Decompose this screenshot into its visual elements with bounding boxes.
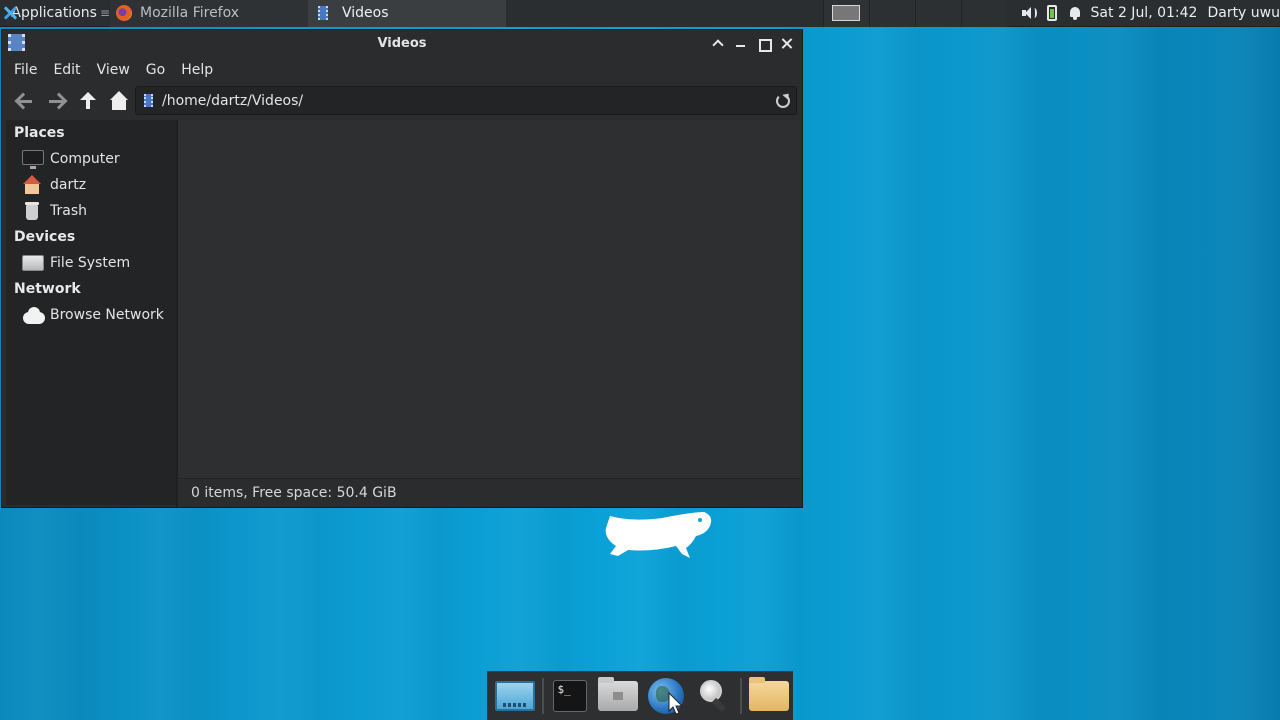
sidebar-item-label: dartz [50,177,87,193]
dock-app-finder[interactable] [690,673,738,719]
dock-separator [740,678,743,714]
workspace-window-thumbnail [832,5,861,21]
dock-separator [541,678,544,714]
window-content: Places Computer dartz Trash Devices File… [2,120,802,507]
desktop-icon [494,681,535,711]
dock-panel: $_ [487,671,793,720]
menu-separator-icon: ≡ [99,6,110,20]
sidebar-item-label: File System [50,255,131,271]
system-tray [1007,0,1083,27]
sidebar-heading-network: Network [14,281,81,297]
applications-menu-button[interactable]: Applications ≡ [0,0,110,27]
taskbar-item-firefox[interactable]: Mozilla Firefox [110,0,308,27]
dock-show-desktop[interactable] [491,673,539,719]
network-cloud-icon [22,305,45,325]
folder-videos-icon [318,6,328,20]
toolbar: /home/dartz/Videos/ [2,82,802,120]
dock-terminal[interactable]: $_ [547,673,595,719]
clock[interactable]: Sat 2 Jul, 01:42 [1091,5,1198,21]
sidebar-item-label: Browse Network [50,307,164,323]
sidebar-item-home[interactable]: dartz [6,172,176,198]
window-controls [708,34,796,53]
taskbar-item-label: Videos [342,5,389,21]
hard-drive-icon [22,255,44,271]
mouse-cursor-icon [668,692,684,715]
sidebar-item-file-system[interactable]: File System [6,250,176,276]
sidebar-item-label: Trash [50,203,87,219]
shade-window-icon[interactable] [708,34,727,53]
minimize-window-icon[interactable] [731,34,750,53]
battery-icon[interactable] [1046,5,1057,21]
sidebar-item-computer[interactable]: Computer [6,146,176,172]
panel-spacer [506,0,823,27]
menu-bar: File Edit View Go Help [2,57,802,82]
folder-videos-icon [144,94,153,107]
folder-icon [749,677,790,711]
reload-icon[interactable] [776,93,790,108]
user-menu[interactable]: Darty uwu [1207,5,1280,21]
sidebar-item-trash[interactable]: Trash [6,198,176,224]
search-icon [696,678,732,714]
sidebar-heading-devices: Devices [14,229,76,245]
notification-bell-icon[interactable] [1067,5,1083,21]
sidebar-item-label: Computer [50,151,120,167]
menu-help[interactable]: Help [173,62,221,78]
file-manager-window: Videos File Edit View Go Help /home/dart… [1,29,803,508]
volume-icon[interactable] [1021,5,1037,21]
top-panel: Applications ≡ Mozilla Firefox Videos Sa… [0,0,1280,27]
home-icon[interactable] [103,86,134,116]
workspace-4[interactable] [960,0,1007,27]
menu-edit[interactable]: Edit [45,62,88,78]
window-titlebar[interactable]: Videos [2,30,802,57]
location-bar[interactable]: /home/dartz/Videos/ [135,86,797,115]
parent-folder-arrow-icon[interactable] [72,86,103,116]
maximize-window-icon[interactable] [754,34,773,53]
computer-icon [22,149,44,169]
firefox-icon [116,5,132,21]
taskbar-item-label: Mozilla Firefox [140,5,240,21]
location-path[interactable]: /home/dartz/Videos/ [162,93,776,109]
xfce-mouse-mascot-icon [605,512,712,558]
workspace-3[interactable] [914,0,961,27]
menu-view[interactable]: View [89,62,138,78]
sidebar: Places Computer dartz Trash Devices File… [6,120,176,505]
dock-home-folder[interactable] [594,673,642,719]
taskbar-item-videos[interactable]: Videos [308,0,506,27]
workspace-1[interactable] [822,0,869,27]
home-folder-icon [598,677,639,711]
menu-go[interactable]: Go [138,62,173,78]
applications-label: Applications [11,5,97,21]
file-view[interactable] [178,120,800,478]
menu-file[interactable]: File [6,62,45,78]
sidebar-item-browse-network[interactable]: Browse Network [6,302,176,328]
back-arrow-icon[interactable] [10,86,41,116]
home-folder-icon [22,175,44,195]
window-title: Videos [377,36,427,51]
terminal-icon: $_ [553,680,588,712]
xfce-logo-icon [3,6,7,20]
trash-icon [22,201,44,221]
status-bar: 0 items, Free space: 50.4 GiB [178,478,802,507]
close-window-icon[interactable] [777,34,796,53]
dock-folder[interactable] [745,673,793,719]
forward-arrow-icon[interactable] [41,86,72,116]
sidebar-heading-places: Places [14,125,65,141]
workspace-2[interactable] [868,0,915,27]
